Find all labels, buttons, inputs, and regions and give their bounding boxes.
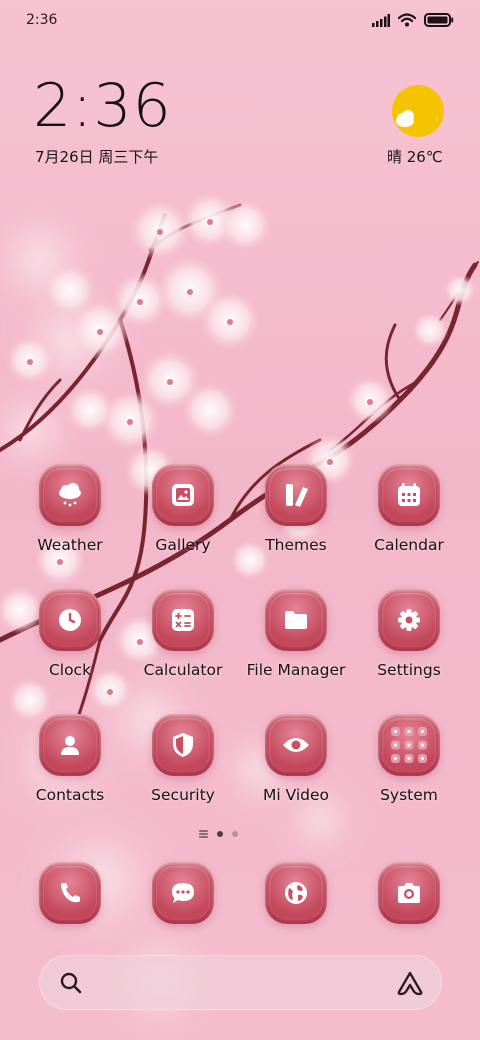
app-label: Security — [151, 786, 215, 804]
dock-camera[interactable] — [354, 862, 464, 924]
status-bar: 2:36 — [0, 0, 480, 42]
folder-icon[interactable] — [265, 589, 327, 651]
app-calendar[interactable]: Calendar — [354, 464, 464, 554]
gear-icon[interactable] — [378, 589, 440, 651]
app-contacts[interactable]: Contacts — [15, 714, 125, 804]
app-gallery[interactable]: Gallery — [128, 464, 238, 554]
camera-icon[interactable] — [378, 862, 440, 924]
clock-widget-date: 7月26日 周三下午 — [35, 148, 159, 166]
clock-icon[interactable] — [39, 589, 101, 651]
app-label: Gallery — [155, 536, 211, 554]
page-dot-2[interactable] — [232, 831, 238, 837]
app-system-folder[interactable]: System — [354, 714, 464, 804]
eye-icon[interactable] — [265, 714, 327, 776]
app-weather[interactable]: Weather — [15, 464, 125, 554]
app-label: File Manager — [246, 661, 346, 679]
search-page-indicator-icon — [199, 830, 208, 838]
calendar-icon[interactable] — [378, 464, 440, 526]
assistant-icon[interactable] — [396, 970, 424, 1000]
search-bar[interactable] — [39, 955, 442, 1010]
browser-icon[interactable] — [265, 862, 327, 924]
app-clock[interactable]: Clock — [15, 589, 125, 679]
app-mi-video[interactable]: Mi Video — [241, 714, 351, 804]
status-icons — [372, 12, 454, 31]
shield-icon[interactable] — [152, 714, 214, 776]
cloud-rain-icon[interactable] — [39, 464, 101, 526]
dock-browser[interactable] — [241, 862, 351, 924]
app-file-manager[interactable]: File Manager — [241, 589, 351, 679]
dock-messages[interactable] — [128, 862, 238, 924]
app-settings[interactable]: Settings — [354, 589, 464, 679]
message-icon[interactable] — [152, 862, 214, 924]
signal-icon — [372, 12, 390, 31]
palette-icon[interactable] — [265, 464, 327, 526]
app-themes[interactable]: Themes — [241, 464, 351, 554]
app-security[interactable]: Security — [128, 714, 238, 804]
page-dot-1[interactable] — [217, 831, 223, 837]
battery-icon — [424, 12, 454, 31]
app-label: Themes — [265, 536, 327, 554]
person-icon[interactable] — [39, 714, 101, 776]
app-label: Settings — [377, 661, 441, 679]
search-icon[interactable] — [59, 971, 83, 999]
calculator-icon[interactable] — [152, 589, 214, 651]
app-label: Calendar — [374, 536, 444, 554]
phone-icon[interactable] — [39, 862, 101, 924]
app-label: Clock — [48, 661, 92, 679]
status-time: 2:36 — [26, 12, 58, 28]
app-calculator[interactable]: Calculator — [128, 589, 238, 679]
app-label: System — [380, 786, 438, 804]
app-label: Contacts — [35, 786, 105, 804]
weather-text: 晴 26℃ — [387, 148, 443, 166]
app-label: Weather — [37, 536, 103, 554]
sun-cloud-icon[interactable] — [391, 84, 445, 138]
wifi-icon — [397, 12, 417, 31]
dock-phone[interactable] — [15, 862, 125, 924]
page-indicator[interactable] — [199, 830, 238, 838]
app-folder-icon[interactable] — [378, 714, 440, 776]
clock-widget-time[interactable]: 2:36 — [33, 76, 172, 136]
app-label: Mi Video — [262, 786, 330, 804]
app-label: Calculator — [143, 661, 223, 679]
image-icon[interactable] — [152, 464, 214, 526]
